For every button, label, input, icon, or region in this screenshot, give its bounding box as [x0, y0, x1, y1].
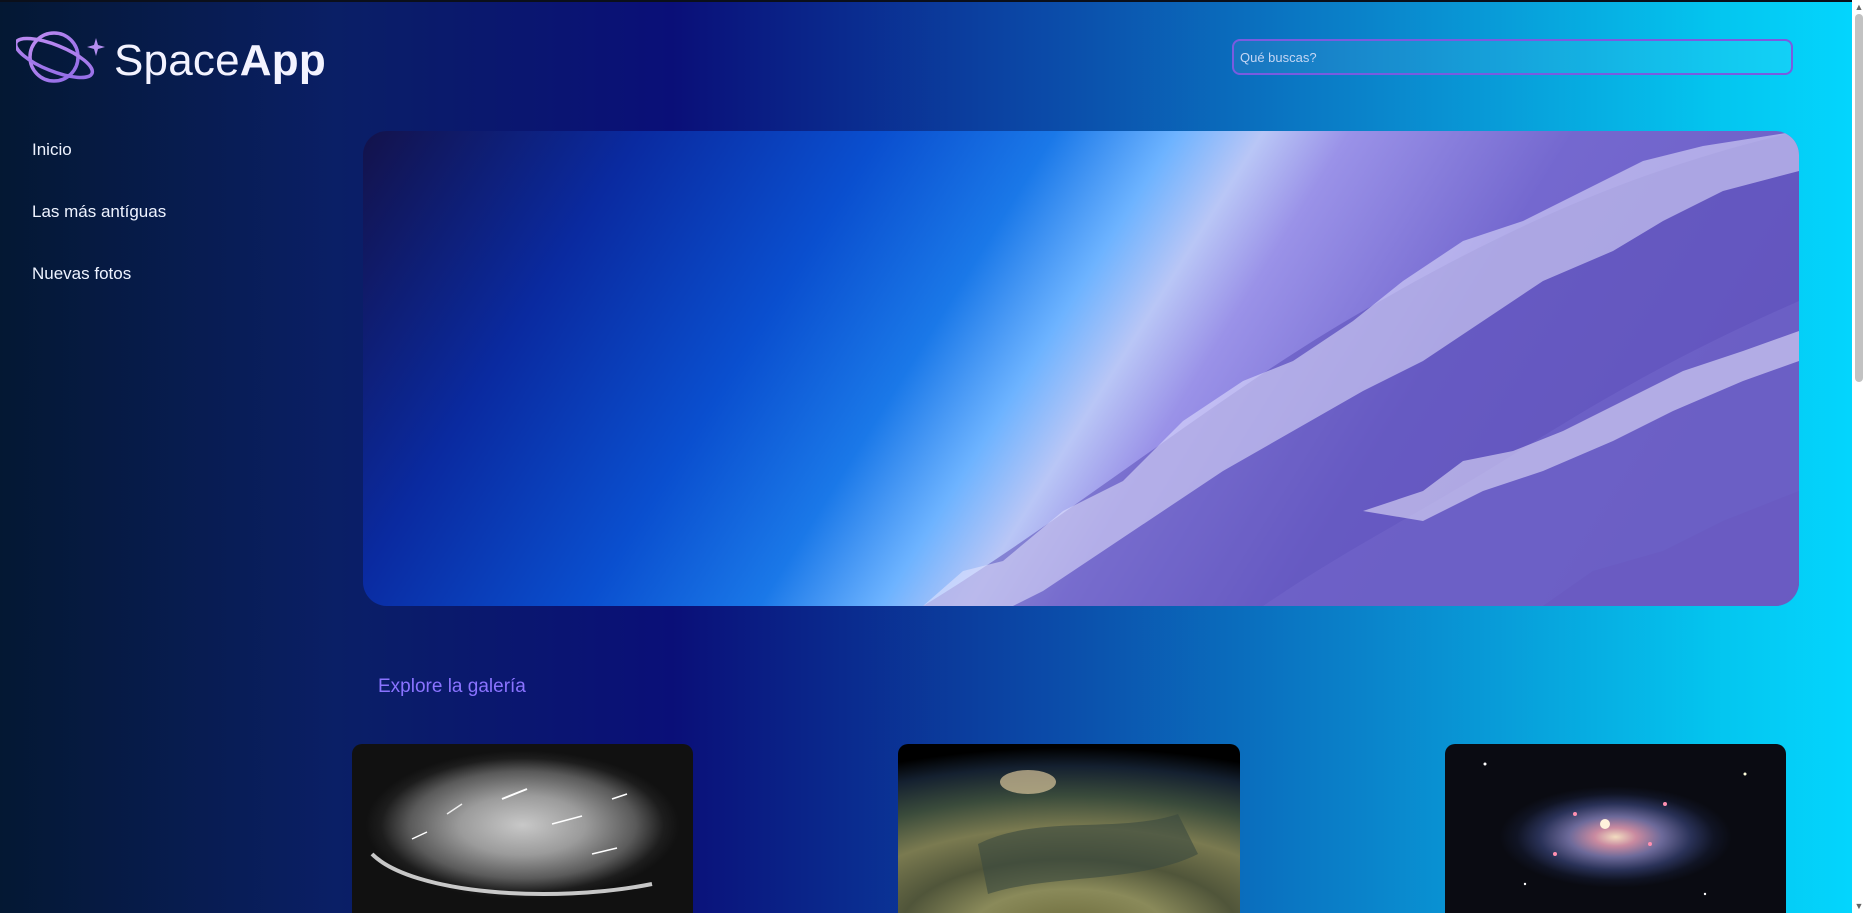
- sidebar-nav: Inicio Las más antíguas Nuevas fotos: [32, 138, 292, 324]
- gallery-card-planet[interactable]: [898, 744, 1240, 913]
- sidebar-item-inicio[interactable]: Inicio: [32, 138, 292, 200]
- sidebar-item-nuevas-fotos[interactable]: Nuevas fotos: [32, 262, 292, 324]
- earth-horizon-illustration: [923, 131, 1799, 606]
- scroll-thumb[interactable]: [1855, 14, 1863, 382]
- hero-banner-image: [363, 131, 1799, 606]
- gallery-title: Explore la galería: [378, 676, 526, 697]
- search-input[interactable]: [1234, 41, 1791, 73]
- search-box[interactable]: [1232, 39, 1793, 75]
- brand-name: SpaceApp: [114, 36, 326, 85]
- meteor-shower-photo-icon: [370, 788, 653, 896]
- scroll-down-icon[interactable]: ▼: [1854, 901, 1864, 911]
- planet-surface-photo-icon: [978, 770, 1198, 894]
- gallery-card-meteor[interactable]: [352, 744, 693, 913]
- gallery-card-galaxy[interactable]: [1445, 744, 1786, 913]
- planet-logo-icon: [16, 31, 105, 83]
- scroll-up-icon[interactable]: ▲: [1854, 2, 1864, 12]
- sidebar-item-mas-antiguas[interactable]: Las más antíguas: [32, 200, 292, 262]
- page-scrollbar[interactable]: ▲ ▼: [1852, 0, 1866, 913]
- window-top-edge: [0, 0, 1866, 2]
- spiral-galaxy-photo-icon: [1483, 762, 1747, 896]
- brand-logo[interactable]: SpaceApp: [16, 28, 326, 90]
